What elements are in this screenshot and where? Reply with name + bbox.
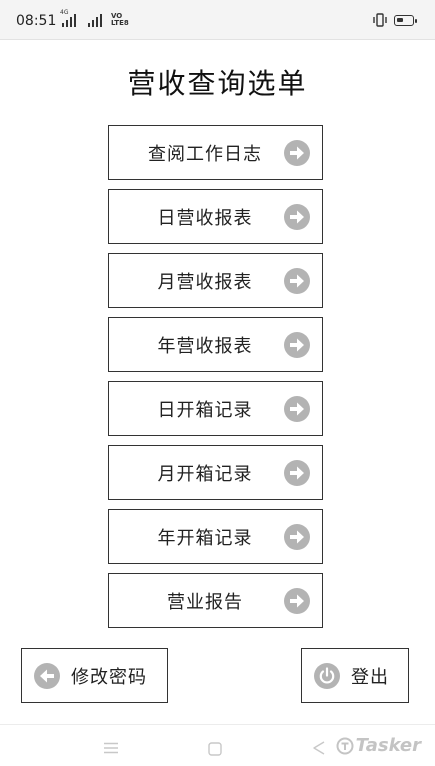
home-nav-icon[interactable] — [208, 742, 222, 756]
signal-icon: 4G — [60, 9, 76, 27]
arrow-right-circle-icon — [284, 523, 310, 550]
back-nav-icon[interactable] — [312, 740, 326, 756]
menu-button-label: 营业报告 — [167, 591, 243, 613]
tasker-watermark: Tasker — [336, 735, 421, 756]
logout-button[interactable]: 登出 — [301, 648, 409, 703]
status-bar: 08:51 4G VO LTE8 — [0, 0, 435, 40]
menu-button-yearly-box[interactable]: 年开箱记录 — [108, 509, 323, 564]
menu-button-yearly-revenue[interactable]: 年营收报表 — [108, 317, 323, 372]
navigation-bar: Tasker — [0, 724, 435, 766]
arrow-right-circle-icon — [284, 587, 310, 614]
watermark-text: Tasker — [355, 735, 421, 756]
menu-button-label: 月开箱记录 — [157, 463, 253, 485]
logout-label: 登出 — [351, 666, 389, 688]
arrow-left-circle-icon — [34, 662, 60, 689]
page-title: 营收查询选单 — [127, 67, 308, 100]
volte-icon: VO LTE8 — [111, 12, 129, 27]
menu-button-label: 日开箱记录 — [157, 399, 253, 421]
change-password-button[interactable]: 修改密码 — [21, 648, 168, 703]
change-password-label: 修改密码 — [71, 666, 147, 688]
menu-button-label: 查阅工作日志 — [148, 143, 262, 165]
arrow-right-circle-icon — [284, 459, 310, 486]
menu-button-monthly-revenue[interactable]: 月营收报表 — [108, 253, 323, 308]
menu-button-label: 日营收报表 — [157, 207, 253, 229]
arrow-right-circle-icon — [284, 203, 310, 230]
menu-button-business-report[interactable]: 营业报告 — [108, 573, 323, 628]
menu-button-label: 月营收报表 — [157, 271, 253, 293]
tasker-logo-icon — [336, 737, 354, 754]
menu-button-label: 年开箱记录 — [157, 527, 253, 549]
vibrate-icon — [373, 13, 387, 27]
status-time: 08:51 — [16, 13, 57, 29]
arrow-right-circle-icon — [284, 267, 310, 294]
battery-icon — [394, 15, 417, 26]
network-type: 4G — [60, 9, 69, 16]
arrow-right-circle-icon — [284, 395, 310, 422]
power-icon — [314, 662, 340, 689]
menu-button-monthly-box[interactable]: 月开箱记录 — [108, 445, 323, 500]
arrow-right-circle-icon — [284, 331, 310, 358]
signal-icon-2 — [88, 13, 102, 27]
menu-button-daily-revenue[interactable]: 日营收报表 — [108, 189, 323, 244]
menu-button-work-log[interactable]: 查阅工作日志 — [108, 125, 323, 180]
menu-button-daily-box[interactable]: 日开箱记录 — [108, 381, 323, 436]
menu-nav-icon[interactable] — [103, 742, 119, 754]
arrow-right-circle-icon — [284, 139, 310, 166]
menu-button-label: 年营收报表 — [157, 335, 253, 357]
